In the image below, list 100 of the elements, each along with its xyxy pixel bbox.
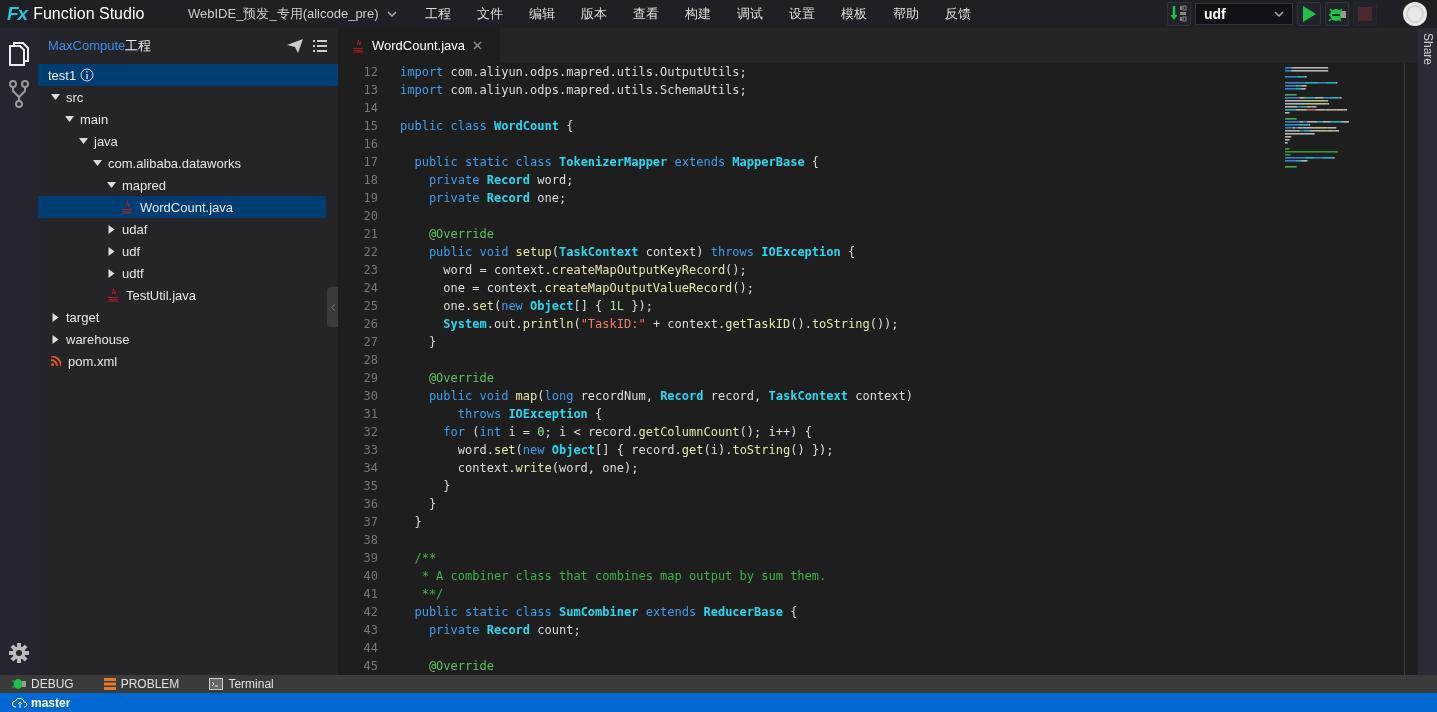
tree-label: main [80,111,109,127]
line-number: 22 [362,245,378,259]
menu-item[interactable]: 反馈 [945,5,997,23]
code-line: } [427,497,437,511]
line-number: 30 [362,389,378,403]
line-number: 33 [362,443,378,457]
run-button[interactable] [1297,2,1321,26]
line-number: 32 [362,425,378,439]
line-number: 16 [362,137,378,151]
menu-item[interactable]: 编辑 [529,5,581,23]
caret-right-icon[interactable] [51,312,60,322]
line-number: 42 [362,605,378,619]
tab-label: WordCount.java [372,38,465,53]
caret-right-icon[interactable] [107,268,116,278]
tree-item[interactable]: src [38,86,326,108]
menu-item[interactable]: 工程 [425,5,477,23]
tree-item[interactable]: target [38,306,326,328]
tree-item[interactable]: main [38,108,326,130]
tree-item[interactable]: pom.xml [38,350,326,372]
tree-label: mapred [122,177,167,193]
logo: Fx [7,3,28,25]
java-file-icon [121,200,133,214]
code-line: public static class TokenizerMapper extends MapperBase { [413,155,820,169]
avatar[interactable] [1403,2,1427,26]
tree-label: pom.xml [68,353,118,369]
menu-item[interactable]: 查看 [633,5,685,23]
send-icon[interactable] [287,39,303,53]
code-line: private Record count; [427,623,581,637]
tree-label: target [66,309,100,325]
code-line: private Record one; [427,191,567,205]
code-line: @Override [427,659,494,673]
cloud-upload-icon [12,696,28,709]
line-number: 25 [362,299,378,313]
java-file-icon [352,38,364,53]
tree-item[interactable]: mapred [38,174,326,196]
tree-item[interactable]: java [38,130,326,152]
line-number: 27 [362,335,378,349]
panel-tab[interactable]: DEBUG [12,677,74,691]
collapse-handle[interactable] [327,287,338,327]
tree-item[interactable]: WordCount.java [38,196,326,218]
caret-down-icon[interactable] [79,138,88,144]
debug-button[interactable] [1325,2,1349,26]
chevron-down-icon [386,11,397,17]
line-number: 41 [362,587,378,601]
target-select[interactable]: udf [1195,3,1293,25]
share-tab[interactable]: Share [1420,33,1435,66]
menu-item[interactable]: 版本 [581,5,633,23]
close-icon[interactable] [473,41,482,50]
caret-down-icon[interactable] [93,160,102,166]
tree-item[interactable]: udtf [38,262,326,284]
caret-right-icon[interactable] [107,224,116,234]
code-line: public void setup(TaskContext context) throws IOException { [427,245,856,259]
line-number: 13 [362,83,378,97]
tree-item[interactable]: warehouse [38,328,326,350]
line-number: 44 [362,641,378,655]
download-binary-icon [1170,5,1188,23]
project-row[interactable]: test1 [38,64,338,86]
settings-icon[interactable] [9,643,29,663]
code-line: private Record word; [427,173,574,187]
rss-file-icon [51,356,61,366]
tree-item[interactable]: TestUtil.java [38,284,326,306]
source-control-icon[interactable] [9,80,29,108]
tree-label: src [66,89,84,105]
caret-down-icon[interactable] [51,94,60,100]
branch-indicator[interactable]: master [12,695,71,710]
list-icon[interactable] [313,40,327,52]
code-line: import com.aliyun.odps.mapred.utils.OutputUtils; [400,65,747,79]
files-icon[interactable] [8,42,30,66]
line-number: 26 [362,317,378,331]
line-number: 24 [362,281,378,295]
panel-tab[interactable]: Terminal [209,677,274,691]
chevron-left-icon [330,303,335,311]
info-icon[interactable] [80,68,95,82]
caret-down-icon[interactable] [107,182,116,188]
tree-item[interactable]: com.alibaba.dataworks [38,152,326,174]
workspace-dropdown[interactable]: WebIDE_预发_专用(alicode_pre) [182,5,425,23]
code-line: one.set(new Object[] { 1L }); [442,299,653,313]
tree-label: warehouse [66,331,130,347]
download-binary-button[interactable] [1167,2,1191,26]
tree-item[interactable]: udaf [38,218,326,240]
line-number: 39 [362,551,378,565]
panel-tab[interactable]: PROBLEM [103,677,180,691]
menu-item[interactable]: 设置 [789,5,841,23]
menu-item[interactable]: 调试 [737,5,789,23]
menu-item[interactable]: 构建 [685,5,737,23]
menu-item[interactable]: 帮助 [893,5,945,23]
list-icon [103,678,116,690]
line-number: 34 [362,461,378,475]
tree-item[interactable]: udf [38,240,326,262]
caret-down-icon[interactable] [65,116,74,122]
menu-item[interactable]: 模板 [841,5,893,23]
caret-right-icon[interactable] [51,334,60,344]
code-line: System.out.println("TaskID:" + context.getTaskID().toString()); [442,317,899,331]
line-number: 45 [362,659,378,673]
java-file-icon [107,288,119,302]
caret-right-icon[interactable] [107,246,116,256]
editor-tab[interactable]: WordCount.java [338,28,500,63]
code-line: } [413,515,422,529]
code-line: /** [413,551,437,565]
menu-item[interactable]: 文件 [477,5,529,23]
